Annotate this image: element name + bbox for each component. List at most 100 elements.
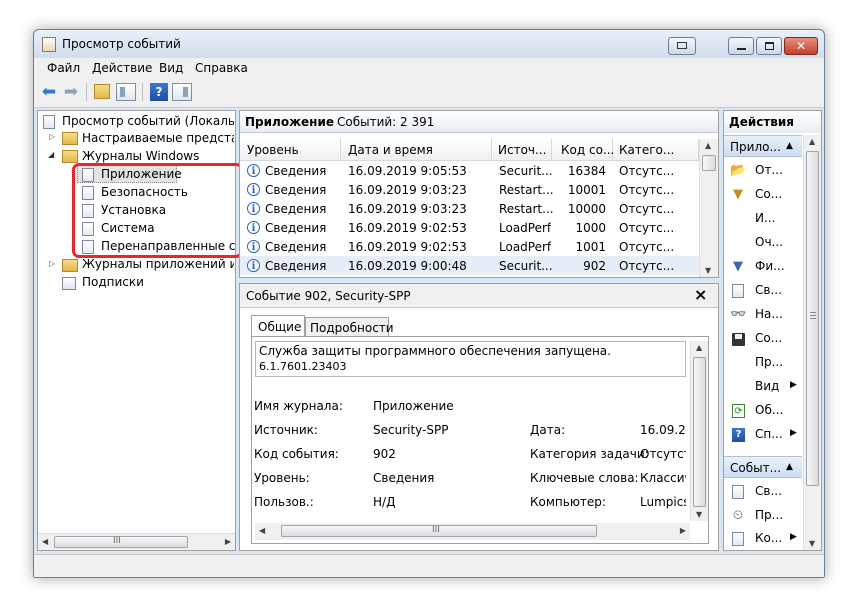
scroll-right-icon[interactable]: ▶: [225, 537, 231, 546]
column-header-level[interactable]: Уровень: [240, 139, 341, 161]
action-item[interactable]: 📂 От...: [724, 159, 802, 183]
action-item[interactable]: Св...: [724, 480, 802, 504]
menu-file[interactable]: Файл: [47, 61, 80, 75]
close-window-button[interactable]: ✕: [784, 37, 818, 55]
expand-arrow-icon[interactable]: ▷: [49, 259, 55, 268]
tree-hscrollbar[interactable]: ◀ III ▶: [38, 533, 235, 550]
field-label: Имя журнала:: [254, 399, 343, 413]
action-item[interactable]: ⟳ Об...: [724, 399, 802, 423]
tree-root[interactable]: Просмотр событий (Локальнь: [62, 114, 234, 128]
menu-action[interactable]: Действие: [92, 61, 152, 75]
scroll-up-icon[interactable]: ▲: [696, 343, 702, 352]
row-code: 10001: [567, 183, 606, 197]
column-header-category[interactable]: Катего...: [613, 139, 699, 161]
scroll-left-icon[interactable]: ◀: [42, 537, 48, 546]
scroll-up-icon[interactable]: ▲: [705, 141, 711, 150]
tree-subscriptions[interactable]: Подписки: [82, 275, 144, 289]
field-label: Код события:: [254, 447, 339, 461]
detail-hscrollbar[interactable]: ◀ III ▶: [255, 523, 690, 540]
action-item[interactable]: И...: [724, 207, 802, 231]
info-icon: i: [247, 240, 260, 253]
row-category: Отсутс...: [619, 259, 675, 273]
column-header-source[interactable]: Источ...: [492, 139, 552, 161]
action-item[interactable]: Оч...: [724, 231, 802, 255]
show-hide-action-pane-button[interactable]: [172, 83, 192, 101]
detail-vscrollbar[interactable]: ▲ ▼: [690, 341, 708, 521]
up-folder-button[interactable]: [94, 84, 110, 99]
event-message-box[interactable]: Служба защиты программного обеспечения з…: [255, 341, 686, 377]
collapse-section-icon[interactable]: ▲: [786, 462, 793, 472]
column-header-event-id[interactable]: Код со...: [552, 139, 614, 161]
row-code: 1000: [575, 221, 606, 235]
action-item[interactable]: Пр...: [724, 351, 802, 375]
switch-view-button[interactable]: [668, 37, 696, 55]
table-row[interactable]: i Сведения 16.09.2019 9:03:23 Restart...…: [240, 199, 699, 218]
action-item[interactable]: Ко... ▶: [724, 528, 802, 550]
action-item[interactable]: ⏲ Пр...: [724, 504, 802, 528]
tree-custom-views[interactable]: Настраиваемые представле: [82, 131, 234, 145]
field-label: Ключевые слова:: [530, 471, 639, 485]
highlight-annotation: [72, 163, 243, 258]
minimize-button[interactable]: [728, 37, 754, 55]
actions-section-application[interactable]: Прило... ▲: [724, 135, 802, 157]
actions-vscroll-thumb[interactable]: [806, 151, 819, 486]
menu-view[interactable]: Вид: [159, 61, 183, 75]
tab-details[interactable]: Подробности: [305, 317, 394, 337]
detail-vscroll-thumb[interactable]: [693, 357, 706, 507]
maximize-button[interactable]: [756, 37, 782, 55]
scroll-down-icon[interactable]: ▼: [696, 510, 702, 519]
action-item[interactable]: ▼ Со...: [724, 183, 802, 207]
scroll-down-icon[interactable]: ▼: [705, 266, 711, 275]
row-date: 16.09.2019 9:02:53: [348, 240, 467, 254]
submenu-arrow-icon: ▶: [790, 428, 797, 438]
row-code: 10000: [567, 202, 606, 216]
action-item[interactable]: Св...: [724, 279, 802, 303]
action-item[interactable]: ? Сп... ▶: [724, 423, 802, 447]
show-hide-console-tree-button[interactable]: [116, 83, 136, 101]
table-row[interactable]: i Сведения 16.09.2019 9:02:53 LoadPerf 1…: [240, 237, 699, 256]
section-label: Прило...: [730, 140, 781, 154]
event-list-pane: Приложение Событий: 2 391 Уровень Дата и…: [239, 110, 719, 278]
tree-windows-logs[interactable]: Журналы Windows: [82, 149, 234, 163]
event-list-vscrollbar[interactable]: ▲ ▼: [699, 139, 718, 277]
collapse-arrow-icon[interactable]: ◢: [48, 150, 54, 159]
back-button[interactable]: ⬅: [39, 82, 59, 102]
collapse-section-icon[interactable]: ▲: [786, 141, 793, 151]
detail-hscroll-thumb[interactable]: III: [281, 525, 597, 537]
tree-hscroll-thumb[interactable]: III: [54, 536, 188, 548]
field-value: Классич: [640, 471, 686, 485]
tab-general[interactable]: Общие: [251, 315, 305, 337]
restore-window-icon: [677, 42, 687, 49]
actions-title: Действия: [729, 115, 795, 129]
action-item[interactable]: Вид ▶: [724, 375, 802, 399]
filter-icon: ▼: [733, 187, 743, 202]
action-item[interactable]: 👓 На...: [724, 303, 802, 327]
close-icon: ✕: [795, 39, 807, 53]
scroll-left-icon[interactable]: ◀: [259, 526, 265, 535]
actions-vscrollbar[interactable]: ▲ ▼: [803, 135, 821, 550]
table-row[interactable]: i Сведения 16.09.2019 9:03:23 Restart...…: [240, 180, 699, 199]
scroll-up-icon[interactable]: ▲: [809, 137, 815, 146]
action-item[interactable]: ▼ Фи...: [724, 255, 802, 279]
action-item[interactable]: Со...: [724, 327, 802, 351]
row-source: LoadPerf: [499, 240, 552, 254]
expand-arrow-icon[interactable]: ▷: [49, 132, 55, 141]
title-bar[interactable]: Просмотр событий ✕: [34, 30, 824, 60]
actions-section-event[interactable]: Событ... ▲: [724, 456, 802, 478]
action-label: Вид: [755, 379, 780, 393]
close-detail-button[interactable]: ×: [694, 285, 707, 304]
scroll-right-icon[interactable]: ▶: [680, 526, 686, 535]
scroll-down-icon[interactable]: ▼: [809, 539, 815, 548]
help-button[interactable]: ?: [150, 83, 168, 101]
table-row[interactable]: i Сведения 16.09.2019 9:05:53 Securit...…: [240, 161, 699, 180]
forward-button[interactable]: ➡: [61, 82, 81, 102]
action-pane-icon: [183, 87, 188, 97]
column-header-date[interactable]: Дата и время: [341, 139, 492, 161]
actions-header: Действия: [724, 111, 821, 133]
table-row-selected[interactable]: i Сведения 16.09.2019 9:00:48 Securit...…: [240, 256, 699, 275]
table-row[interactable]: i Сведения 16.09.2019 9:02:53 LoadPerf 1…: [240, 218, 699, 237]
menu-help[interactable]: Справка: [195, 61, 248, 75]
console-tree-icon: [120, 87, 125, 97]
event-list-vscroll-thumb[interactable]: [702, 155, 716, 171]
tree-app-logs[interactable]: Журналы приложений и сл: [82, 257, 234, 271]
